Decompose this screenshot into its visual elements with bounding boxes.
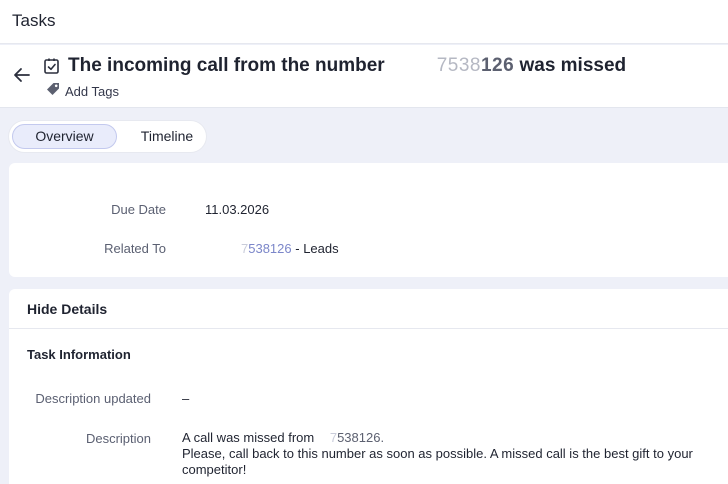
overview-card: Due Date 11.03.2026 Related To 7538126 -… (9, 163, 728, 277)
number-faded-part: 7538 (436, 55, 481, 76)
top-bar: Tasks (0, 0, 728, 44)
number-tail: 126 (480, 55, 515, 76)
description-updated-value: – (182, 391, 190, 406)
due-date-value: 11.03.2026 (205, 202, 270, 217)
related-to-label: Related To (104, 241, 166, 256)
task-header: The incoming call from the number 7538126… (0, 45, 728, 108)
task-title: The incoming call from the number 7538126… (68, 55, 626, 77)
description-number: 7538126. (330, 430, 384, 445)
related-suffix: - Leads (295, 241, 339, 256)
related-lead-link[interactable]: 7538126 (241, 241, 292, 256)
description-value: A call was missed from 7538126. Please, … (182, 430, 722, 478)
task-title-suffix: was missed (519, 55, 627, 76)
back-arrow-icon[interactable] (12, 65, 32, 85)
tag-icon (45, 81, 61, 102)
description-label: Description (85, 431, 151, 446)
view-tabs: Overview Timeline (9, 121, 206, 152)
description-line-1: A call was missed from 7538126. (182, 430, 722, 446)
add-tags-label: Add Tags (65, 84, 119, 99)
description-updated-label: Description updated (35, 391, 151, 406)
details-card: Hide Details Task Information Descriptio… (9, 289, 728, 484)
tab-overview[interactable]: Overview (12, 124, 117, 149)
add-tags-button[interactable]: Add Tags (45, 81, 119, 102)
description-prefix: A call was missed from (182, 430, 315, 445)
app-title: Tasks (12, 11, 56, 30)
description-number-visible: 538126. (337, 430, 385, 445)
due-date-label: Due Date (111, 202, 166, 217)
task-checkbox-icon (43, 57, 61, 75)
related-number: 538126 (248, 241, 292, 256)
tab-timeline[interactable]: Timeline (121, 124, 213, 149)
description-line-2: Please, call back to this number as soon… (182, 446, 693, 477)
task-title-prefix: The incoming call from the number (68, 55, 385, 76)
hide-details-button[interactable]: Hide Details (27, 301, 107, 317)
masked-phone-number: 7538126 (437, 55, 514, 76)
description-number-faded: 7 (329, 430, 338, 445)
task-information-title: Task Information (27, 347, 131, 362)
divider (9, 328, 728, 329)
related-to-value: 7538126 - Leads (241, 241, 339, 256)
